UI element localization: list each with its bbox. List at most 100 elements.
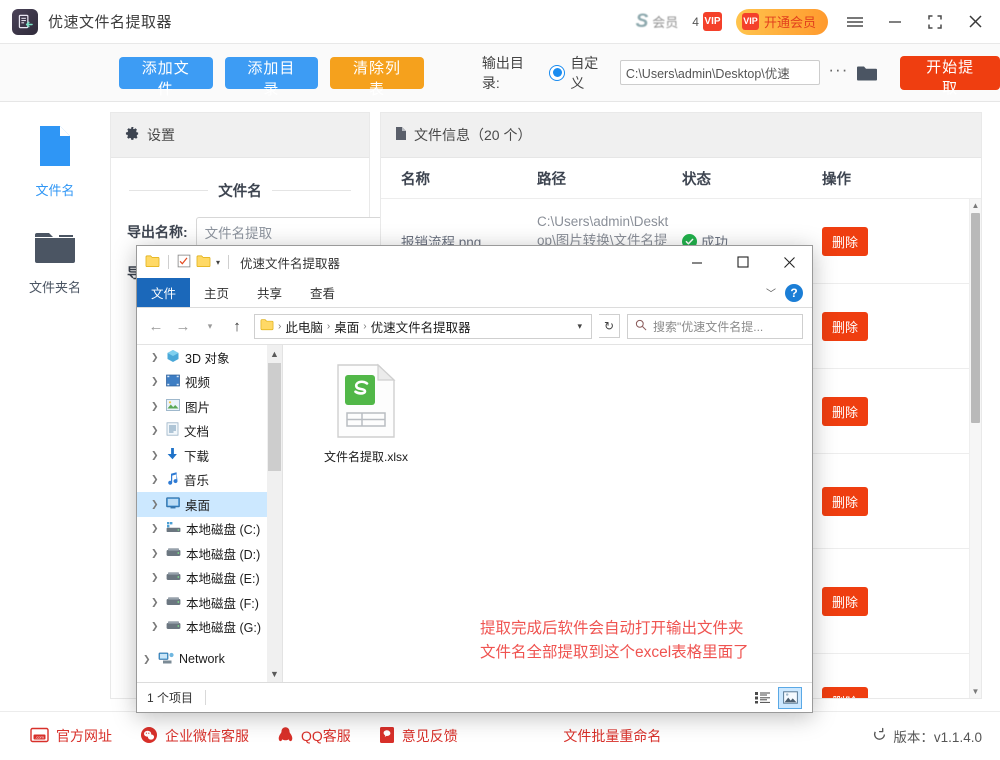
delete-row-button[interactable]: 删除 [822,687,868,699]
recent-locations-chevron-icon[interactable]: ▾ [200,321,220,332]
close-icon[interactable] [962,9,988,35]
tab-share[interactable]: 共享 [243,278,296,307]
help-icon[interactable]: ? [785,284,803,302]
tree-item-drive-f[interactable]: ❯ 本地磁盘 (F:) [137,590,282,615]
delete-row-button[interactable]: 删除 [822,487,868,516]
hamburger-menu-icon[interactable] [842,9,868,35]
chevron-right-icon[interactable]: ❯ [151,450,161,461]
breadcrumb-current-folder[interactable]: 优速文件名提取器 [371,317,471,336]
file-table-scrollbar[interactable]: ▲ ▼ [969,199,981,698]
open-membership-button[interactable]: VIP 开通会员 [736,9,828,35]
tree-item-pictures[interactable]: ❯ 图片 [137,394,282,419]
chevron-right-icon[interactable]: ❯ [151,523,161,534]
scroll-down-icon[interactable]: ▼ [970,685,981,698]
tree-item-videos[interactable]: ❯ 视频 [137,370,282,395]
tree-scrollbar[interactable]: ▲ ▼ [267,345,282,682]
arrow-up-icon[interactable]: ↑ [227,318,247,335]
folder-icon[interactable] [145,254,160,271]
breadcrumb[interactable]: › 此电脑 › 桌面 › 优速文件名提取器 ▾ [254,314,592,339]
delete-row-button[interactable]: 删除 [822,587,868,616]
close-icon[interactable] [766,246,812,278]
wps-member-area[interactable]: S 会员 [636,12,679,31]
chevron-right-icon[interactable]: ❯ [151,376,161,387]
tree-item-3d-objects[interactable]: ❯ 3D 对象 [137,345,282,370]
chevron-right-icon[interactable]: ❯ [151,352,161,363]
tree-item-desktop[interactable]: ❯ 桌面 [137,492,282,517]
file-item[interactable]: 文件名提取.xlsx [311,363,421,465]
tree-item-drive-d[interactable]: ❯ 本地磁盘 (D:) [137,541,282,566]
scrollbar-thumb[interactable] [268,363,281,471]
export-name-row: 导出名称: [111,201,369,247]
tab-file[interactable]: 文件 [137,278,190,307]
sidebar-item-filename[interactable]: 文件名 [0,124,110,199]
scroll-up-icon[interactable]: ▲ [267,345,282,362]
arrow-back-icon[interactable]: ← [146,318,166,335]
official-website-link[interactable]: .com 官方网址 [30,726,112,746]
tree-item-downloads[interactable]: ❯ 下载 [137,443,282,468]
tree-item-music[interactable]: ❯ 音乐 [137,468,282,493]
explorer-search-box[interactable]: 搜索"优速文件名提... [627,314,803,339]
chevron-right-icon[interactable]: ❯ [151,474,161,485]
scrollbar-thumb[interactable] [971,213,980,423]
refresh-icon[interactable] [872,727,887,745]
clear-list-button[interactable]: 清除列表 [330,57,424,89]
add-file-button[interactable]: 添加文件 [119,57,213,89]
refresh-icon[interactable]: ↻ [599,314,620,338]
minimize-icon[interactable] [882,9,908,35]
quick-access-toolbar: ▾ [145,254,232,271]
browse-folder-icon[interactable] [856,64,878,82]
start-extract-button[interactable]: 开始提取 [900,56,1000,90]
explorer-navigation-tree[interactable]: ❯ 3D 对象 ❯ 视频 ❯ 图片 ❯ 文档 ❯ 下载 [137,345,282,682]
tree-item-drive-c[interactable]: ❯ 本地磁盘 (C:) [137,517,282,542]
delete-row-button[interactable]: 删除 [822,312,868,341]
batch-rename-link[interactable]: 文件批量重命名 [563,726,661,746]
chevron-right-icon[interactable]: ❯ [151,621,161,632]
explorer-file-pane[interactable]: 文件名提取.xlsx 提取完成后软件会自动打开输出文件夹 文件名全部提取到这个e… [282,345,812,682]
minimize-icon[interactable] [674,246,720,278]
feedback-link[interactable]: 意见反馈 [379,726,458,747]
scroll-up-icon[interactable]: ▲ [970,199,981,212]
wechat-service-link[interactable]: 企业微信客服 [140,726,249,747]
maximize-icon[interactable] [922,9,948,35]
chevron-right-icon[interactable]: ❯ [151,548,161,559]
arrow-forward-icon[interactable]: → [173,318,193,335]
chevron-down-icon[interactable]: ﹀ [766,285,776,300]
export-name-input[interactable] [196,217,391,247]
chevron-right-icon[interactable]: ❯ [151,499,161,510]
maximize-icon[interactable] [720,246,766,278]
breadcrumb-desktop[interactable]: 桌面 [334,317,359,336]
large-icons-view-icon[interactable] [778,687,802,709]
tab-home[interactable]: 主页 [190,278,243,307]
vip-count-area[interactable]: 4 VIP [692,12,722,31]
chevron-right-icon[interactable]: ❯ [151,401,161,412]
tree-item-drive-e[interactable]: ❯ 本地磁盘 (E:) [137,566,282,591]
dropdown-icon[interactable]: ▾ [216,258,220,267]
documents-icon [166,422,179,439]
breadcrumb-this-pc[interactable]: 此电脑 [285,317,323,336]
file-explorer-window[interactable]: ▾ 优速文件名提取器 文件 主页 共享 查看 ﹀ ? ← → ▾ ↑ [136,245,813,713]
delete-row-button[interactable]: 删除 [822,227,868,256]
custom-directory-radio[interactable]: 自定义 [549,53,612,93]
properties-icon[interactable] [177,254,191,271]
delete-row-button[interactable]: 删除 [822,397,868,426]
new-folder-icon[interactable] [196,254,211,271]
output-path-input[interactable] [620,60,821,85]
chevron-right-icon[interactable]: ❯ [151,572,161,583]
output-directory-group: 输出目录: 自定义 ··· [482,53,878,93]
chevron-right-icon[interactable]: ❯ [151,425,161,436]
tree-item-label: 本地磁盘 (F:) [186,593,259,612]
chevron-right-icon[interactable]: ❯ [143,654,153,665]
add-directory-button[interactable]: 添加目录 [225,57,319,89]
tree-item-documents[interactable]: ❯ 文档 [137,419,282,444]
sidebar-item-foldername[interactable]: 文件夹名 [0,229,110,296]
footer-links: .com 官方网址 企业微信客服 [30,726,458,747]
tab-view[interactable]: 查看 [296,278,349,307]
tree-item-network[interactable]: ❯ Network [137,647,282,672]
qq-service-link[interactable]: QQ客服 [277,726,351,747]
tree-item-drive-g[interactable]: ❯ 本地磁盘 (G:) [137,615,282,640]
chevron-right-icon[interactable]: ❯ [151,597,161,608]
more-options-button[interactable]: ··· [828,65,848,81]
scroll-down-icon[interactable]: ▼ [267,665,282,682]
details-view-icon[interactable] [751,688,773,708]
breadcrumb-dropdown-icon[interactable]: ▾ [573,321,586,332]
